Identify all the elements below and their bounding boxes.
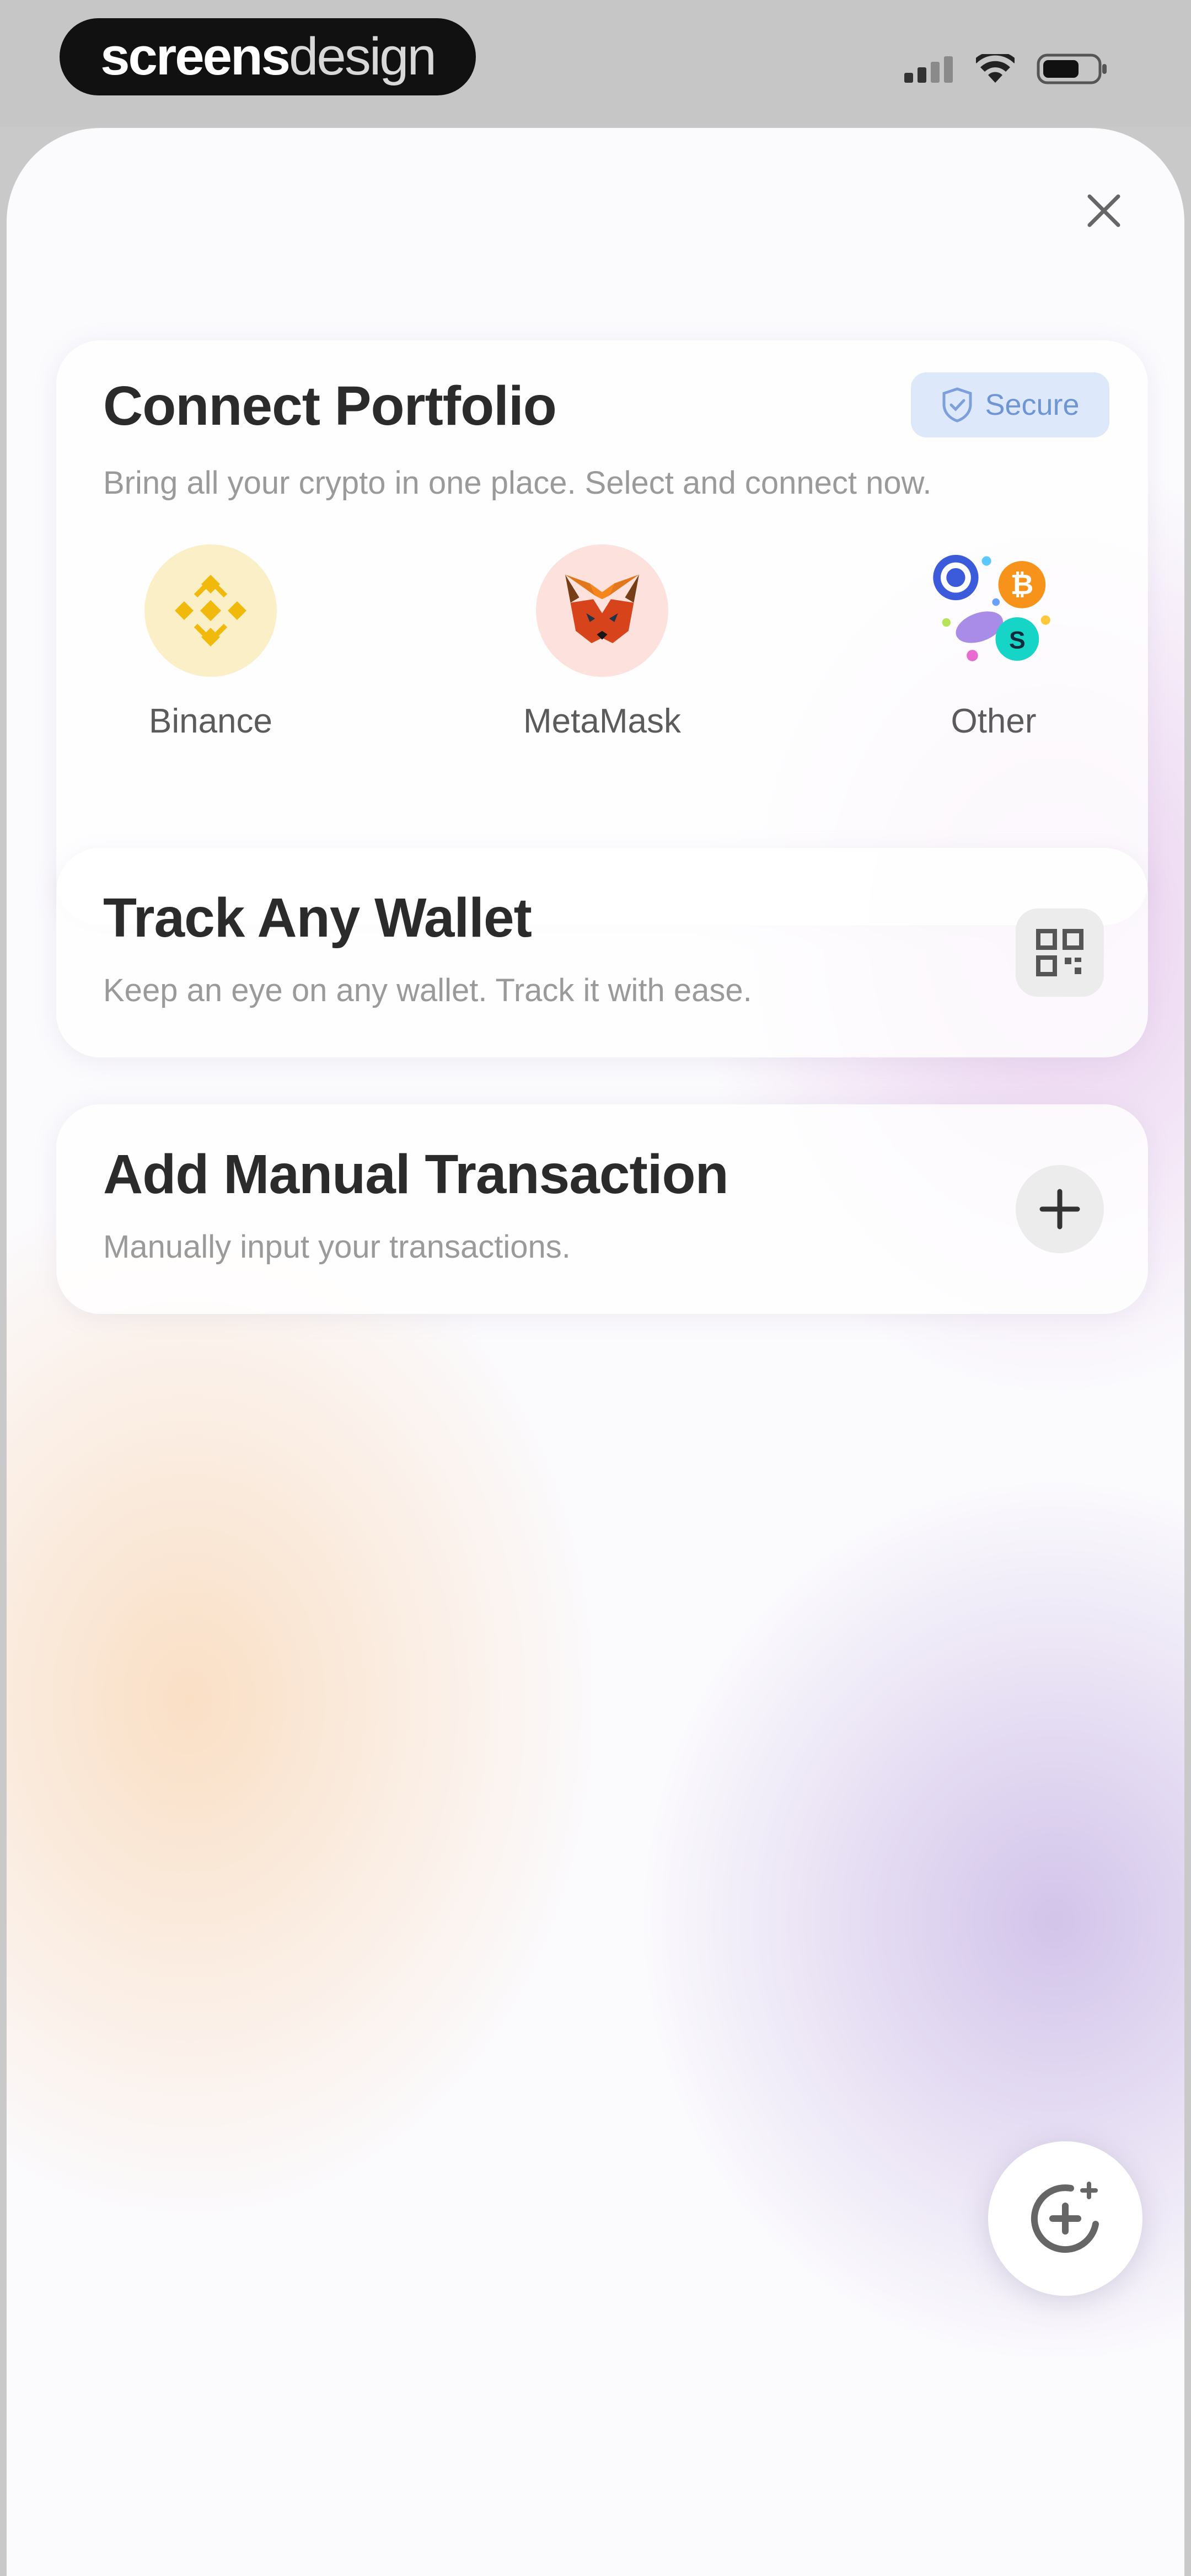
connect-portfolio-title: Connect Portfolio: [103, 375, 557, 437]
brand-logo: screens design: [60, 18, 476, 95]
ai-sparkle-icon: [1031, 2182, 1099, 2253]
wifi-icon: [976, 54, 1015, 83]
track-wallet-title: Track Any Wallet: [103, 887, 532, 949]
track-wallet-card[interactable]: Track Any Wallet Keep an eye on any wall…: [56, 848, 1148, 1057]
track-wallet-subtitle: Keep an eye on any wallet. Track it with…: [103, 972, 752, 1008]
secure-badge: Secure: [911, 372, 1109, 437]
status-bar: screens design: [0, 0, 1191, 127]
binance-icon: [144, 544, 277, 677]
connect-portfolio-subtitle: Bring all your crypto in one place. Sele…: [103, 465, 932, 501]
signal-icon: [904, 56, 953, 83]
manual-transaction-title: Add Manual Transaction: [103, 1143, 729, 1205]
close-icon: [1087, 194, 1120, 227]
provider-metamask-label: MetaMask: [523, 702, 681, 740]
provider-binance[interactable]: Binance: [111, 544, 310, 741]
svg-text:S: S: [1009, 627, 1026, 654]
manual-transaction-card[interactable]: Add Manual Transaction Manually input yo…: [56, 1104, 1148, 1314]
brand-logo-bold: screens: [100, 27, 291, 86]
battery-icon: [1037, 54, 1107, 84]
provider-binance-label: Binance: [148, 702, 273, 740]
secure-badge-label: Secure: [985, 388, 1080, 421]
qr-scan-button[interactable]: [1016, 908, 1104, 997]
add-transaction-button[interactable]: [1016, 1165, 1104, 1253]
close-button[interactable]: [1071, 178, 1137, 244]
svg-text:₿: ₿: [1010, 568, 1033, 600]
status-icons: [904, 50, 1108, 88]
provider-metamask[interactable]: MetaMask: [503, 544, 701, 741]
qr-code-icon: [1036, 929, 1083, 976]
provider-other[interactable]: ₿ S Other: [894, 544, 1093, 741]
background-glow-orange: [7, 1176, 602, 2224]
shield-icon: [942, 387, 972, 423]
ai-assistant-button[interactable]: [988, 2141, 1142, 2296]
connect-sheet: Connect Portfolio Secure Bring all your …: [7, 128, 1184, 2576]
metamask-icon: [536, 544, 668, 677]
other-wallets-icon: ₿ S: [927, 544, 1060, 677]
plus-icon: [1039, 1189, 1080, 1230]
connect-portfolio-card: Connect Portfolio Secure Bring all your …: [56, 340, 1148, 925]
provider-other-label: Other: [951, 702, 1037, 740]
manual-transaction-subtitle: Manually input your transactions.: [103, 1229, 571, 1265]
brand-logo-light: design: [289, 27, 437, 86]
